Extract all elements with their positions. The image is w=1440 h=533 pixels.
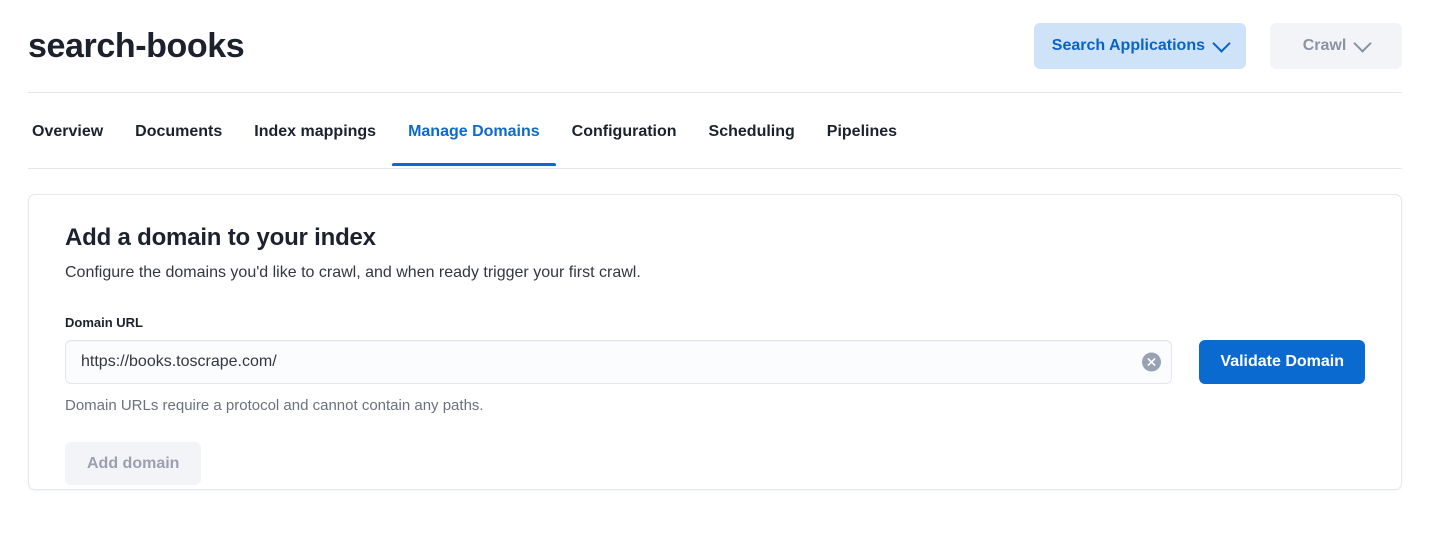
search-applications-label: Search Applications <box>1052 37 1205 55</box>
search-applications-button[interactable]: Search Applications <box>1034 23 1246 69</box>
tab-configuration[interactable]: Configuration <box>556 122 693 165</box>
domain-url-input-wrapper <box>65 340 1172 384</box>
add-domain-card: Add a domain to your index Configure the… <box>28 194 1402 490</box>
domain-url-field-row: Validate Domain <box>65 340 1365 384</box>
domain-url-input[interactable] <box>65 340 1172 384</box>
card-title: Add a domain to your index <box>65 223 1365 253</box>
crawl-button[interactable]: Crawl <box>1270 23 1402 69</box>
close-circle-icon[interactable] <box>1142 353 1161 372</box>
validate-domain-button[interactable]: Validate Domain <box>1199 340 1365 384</box>
chevron-down-icon <box>1354 34 1372 52</box>
domain-url-help-text: Domain URLs require a protocol and canno… <box>65 396 1365 416</box>
tab-scheduling[interactable]: Scheduling <box>693 122 811 165</box>
tab-manage-domains[interactable]: Manage Domains <box>392 122 556 165</box>
tab-overview[interactable]: Overview <box>28 122 119 165</box>
card-subtitle: Configure the domains you'd like to craw… <box>65 262 1365 284</box>
page-title: search-books <box>28 26 244 66</box>
tab-bar: Overview Documents Index mappings Manage… <box>28 122 1402 169</box>
crawl-label: Crawl <box>1303 37 1347 55</box>
tab-index-mappings[interactable]: Index mappings <box>238 122 392 165</box>
page-header: search-books Search Applications Crawl <box>28 0 1402 93</box>
tab-pipelines[interactable]: Pipelines <box>811 122 913 165</box>
chevron-down-icon <box>1212 34 1230 52</box>
tab-documents[interactable]: Documents <box>119 122 238 165</box>
add-domain-button[interactable]: Add domain <box>65 442 201 485</box>
manage-domains-page: search-books Search Applications Crawl O… <box>0 0 1440 533</box>
domain-url-label: Domain URL <box>65 315 1365 331</box>
header-actions: Search Applications Crawl <box>1034 23 1402 69</box>
